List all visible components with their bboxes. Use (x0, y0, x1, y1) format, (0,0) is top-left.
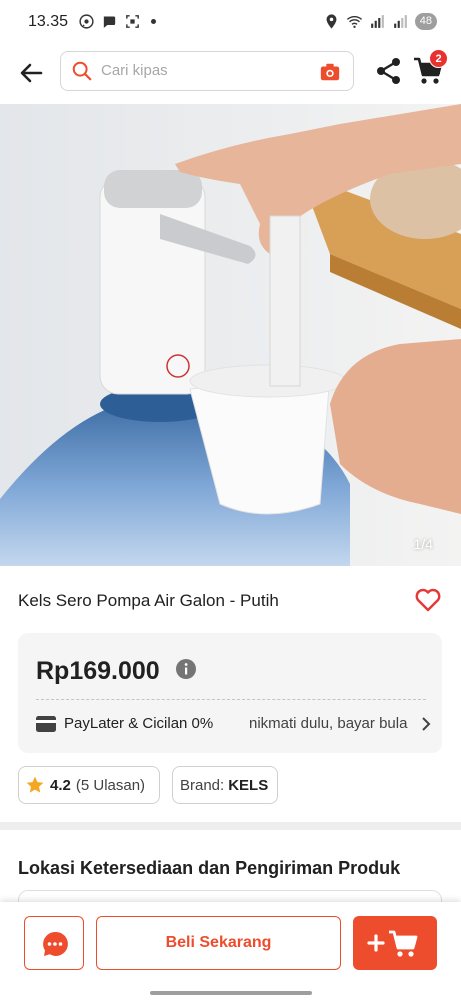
star-icon (26, 776, 44, 793)
cart-count-badge: 2 (429, 49, 448, 68)
chevron-right-icon (422, 717, 431, 731)
top-nav: 2 (0, 44, 461, 104)
heart-icon[interactable] (414, 586, 442, 614)
chat-icon (43, 931, 68, 956)
status-time: 13.35 (28, 13, 69, 30)
back-arrow-icon[interactable] (16, 58, 46, 88)
home-indicator[interactable] (150, 991, 312, 995)
rating-value: 4.2 (50, 776, 71, 794)
wifi-icon (346, 15, 362, 28)
chat-button[interactable] (24, 916, 84, 970)
whatsapp-icon (79, 14, 94, 29)
buy-now-button[interactable]: Beli Sekarang (96, 916, 341, 970)
product-title: Kels Sero Pompa Air Galon - Putih (18, 591, 279, 610)
share-icon[interactable] (374, 56, 404, 86)
info-icon[interactable] (175, 658, 197, 680)
divider-dashed (36, 699, 426, 700)
location-icon (326, 14, 337, 29)
battery-indicator: 48 (414, 13, 437, 30)
review-count: (5 Ulasan) (75, 776, 146, 794)
paylater-label: PayLater & Cicilan 0% (64, 715, 214, 732)
rating-chip[interactable]: 4.2 (5 Ulasan) (18, 766, 160, 804)
add-to-cart-icon (367, 930, 418, 957)
signal-2-icon (393, 15, 407, 28)
more-notifications-dot (151, 19, 156, 24)
add-to-cart-button[interactable] (353, 916, 437, 970)
camera-icon[interactable] (319, 61, 341, 83)
system-icons: 48 (323, 13, 437, 30)
search-bar[interactable] (60, 51, 354, 91)
brand-label: Brand: (180, 776, 225, 794)
credit-card-icon (36, 716, 56, 732)
paylater-row[interactable]: PayLater & Cicilan 0% nikmati dulu, baya… (36, 713, 431, 737)
image-counter: 1/4 (413, 536, 433, 552)
message-icon (103, 16, 116, 28)
product-price: Rp169.000 (36, 657, 160, 685)
search-icon (72, 61, 92, 81)
status-bar: 13.35 48 (0, 0, 461, 44)
section-divider (0, 822, 461, 830)
brand-chip[interactable]: Brand: KELS (172, 766, 278, 804)
product-image-carousel[interactable]: 1/4 (0, 104, 461, 566)
notification-icons (78, 13, 156, 30)
signal-icon (370, 15, 384, 28)
bottom-action-bar: Beli Sekarang (0, 902, 461, 1000)
location-section-title: Lokasi Ketersediaan dan Pengiriman Produ… (18, 858, 401, 878)
search-input[interactable] (101, 62, 301, 79)
paylater-description: nikmati dulu, bayar bula (249, 715, 408, 732)
product-photo (0, 104, 461, 566)
screenshot-icon (126, 15, 139, 28)
brand-value: KELS (228, 776, 269, 794)
price-card: Rp169.000 PayLater & Cicilan 0% nikmati … (18, 633, 442, 753)
